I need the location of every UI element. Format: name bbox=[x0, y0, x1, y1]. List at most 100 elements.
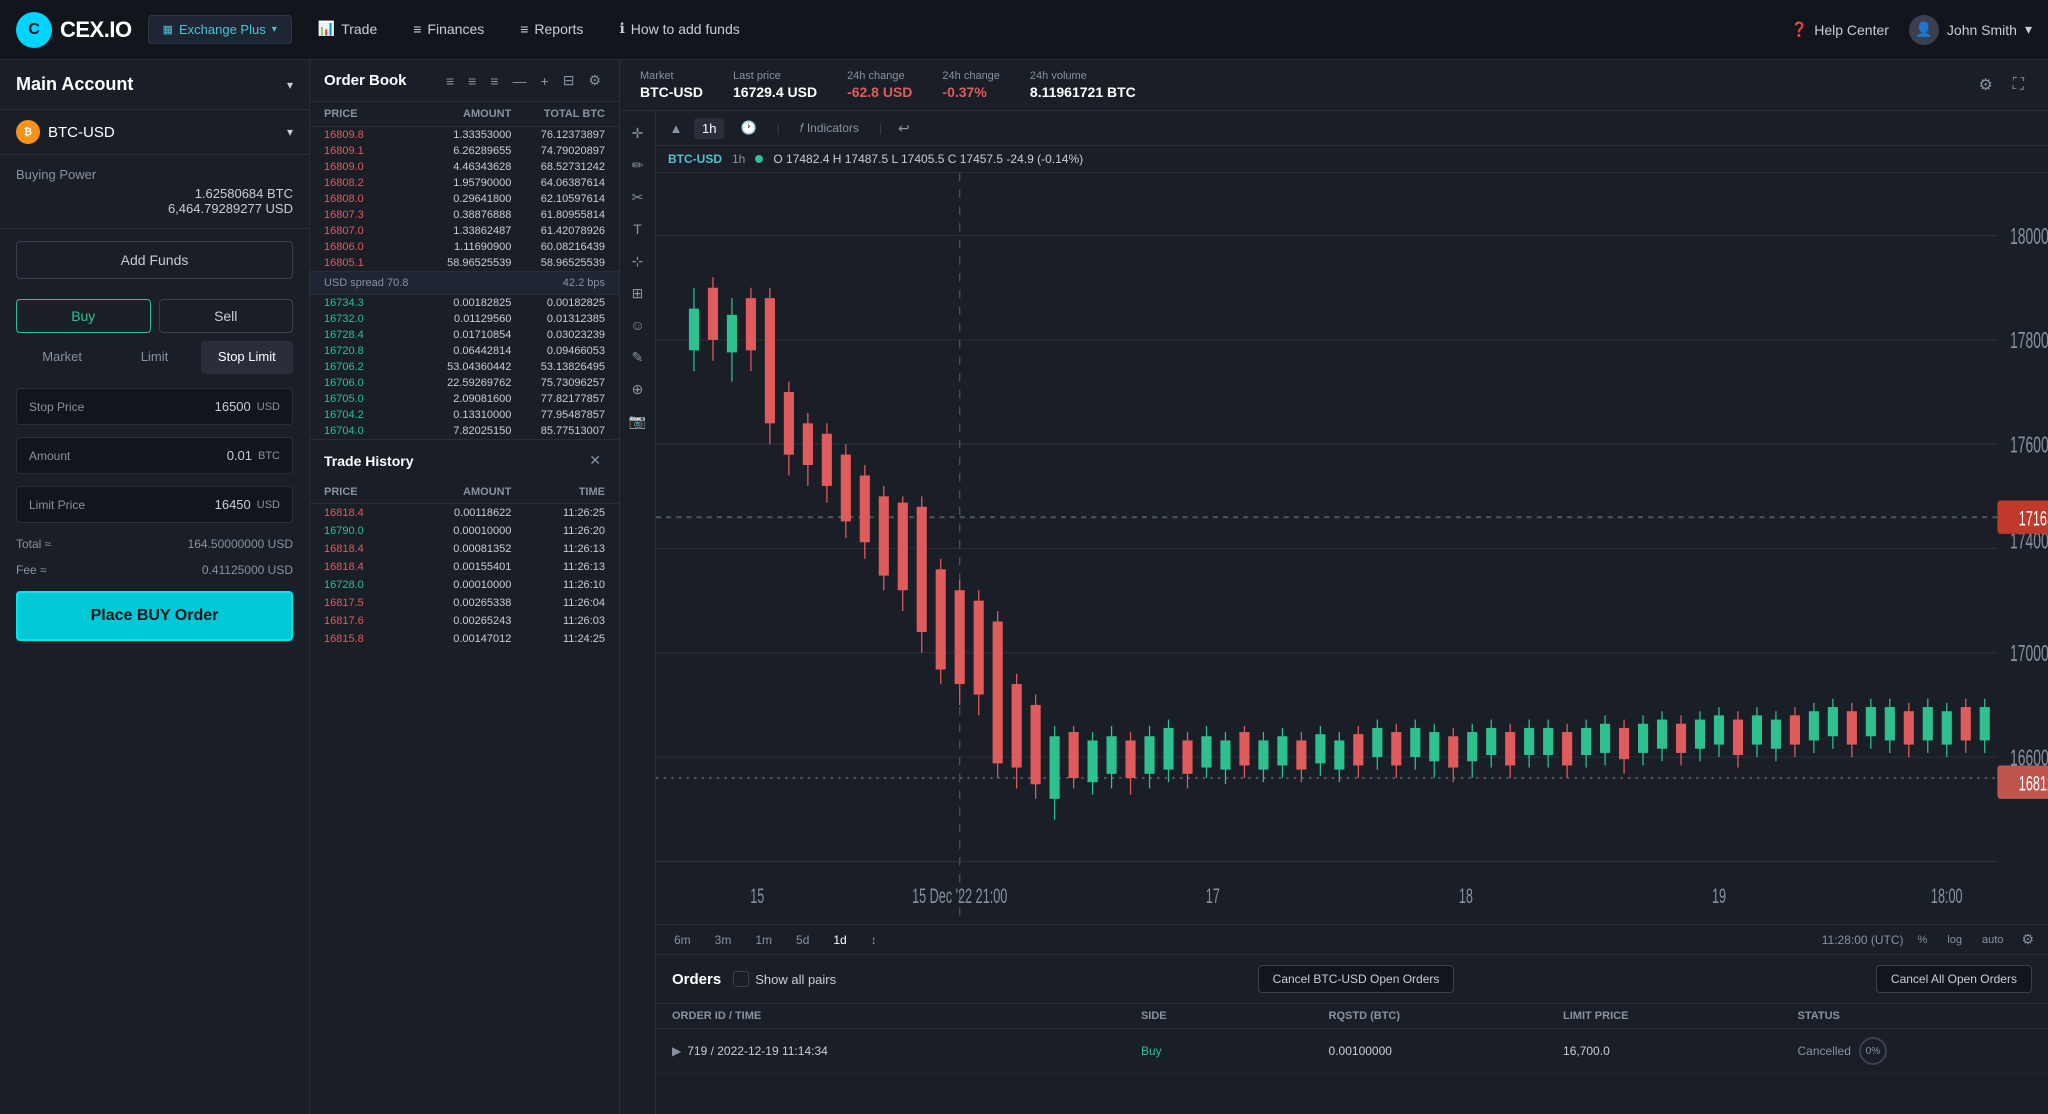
list-item[interactable]: 16732.00.011295600.01312385 bbox=[310, 311, 619, 327]
list-item[interactable]: 16706.253.0436044253.13826495 bbox=[310, 359, 619, 375]
exchange-plus-button[interactable]: ▦ Exchange Plus ▾ bbox=[148, 15, 292, 44]
projection-tool[interactable]: ⊞ bbox=[624, 279, 652, 307]
ruler-tool[interactable]: ✎ bbox=[624, 343, 652, 371]
list-item[interactable]: 16704.07.8202515085.77513007 bbox=[310, 423, 619, 439]
list-item[interactable]: 16807.30.3887688861.80955814 bbox=[310, 207, 619, 223]
limit-tab[interactable]: Limit bbox=[108, 341, 200, 374]
change-24h-pct-label: 24h change bbox=[942, 70, 1000, 82]
list-item[interactable]: 16809.04.4634362868.52731242 bbox=[310, 159, 619, 175]
chevron-down-icon: ▾ bbox=[272, 24, 277, 35]
cancel-btcusd-orders-button[interactable]: Cancel BTC-USD Open Orders bbox=[1258, 965, 1455, 993]
crosshair-tool[interactable]: ✛ bbox=[624, 119, 652, 147]
compare-button[interactable]: ↕ bbox=[863, 930, 885, 950]
collapse-arrow-button[interactable]: ▲ bbox=[666, 118, 686, 138]
chart-settings-button[interactable]: ⚙ bbox=[1974, 73, 1996, 97]
list-item[interactable]: 16808.21.9579000064.06387614 bbox=[310, 175, 619, 191]
text-tool[interactable]: T bbox=[624, 215, 652, 243]
trade-history-collapse-button[interactable]: ✕ bbox=[585, 450, 605, 471]
place-order-button[interactable]: Place BUY Order bbox=[16, 591, 293, 641]
user-icon: 👤 bbox=[1915, 21, 1932, 38]
help-center-link[interactable]: ❓ Help Center bbox=[1791, 21, 1889, 38]
change-24h-pct-value: -0.37% bbox=[942, 84, 1000, 100]
show-all-pairs-checkbox[interactable] bbox=[733, 971, 749, 987]
smile-tool[interactable]: ☺ bbox=[624, 311, 652, 339]
user-menu[interactable]: 👤 John Smith ▾ bbox=[1909, 15, 2032, 45]
price-chart: 18000.0 17800.0 17600.0 17400.0 17000.0 … bbox=[656, 173, 2048, 924]
info-icon: ℹ bbox=[619, 20, 624, 37]
limit-price-field[interactable]: Limit Price 16450 USD bbox=[16, 486, 293, 523]
list-item[interactable]: 16809.81.3335300076.12373897 bbox=[310, 127, 619, 143]
show-all-pairs-toggle[interactable]: Show all pairs bbox=[733, 971, 836, 987]
list-item[interactable]: 16706.022.5926976275.73096257 bbox=[310, 375, 619, 391]
camera-tool[interactable]: 📷 bbox=[624, 407, 652, 435]
nav-finances[interactable]: ≡ Finances bbox=[395, 0, 502, 60]
last-price-value: 16729.4 USD bbox=[733, 84, 817, 100]
market-tab[interactable]: Market bbox=[16, 341, 108, 374]
list-item[interactable]: 16807.01.3386248761.42078926 bbox=[310, 223, 619, 239]
3m-button[interactable]: 3m bbox=[707, 930, 740, 950]
stop-limit-tab[interactable]: Stop Limit bbox=[201, 341, 293, 374]
nav-trade[interactable]: 📊 Trade bbox=[300, 0, 396, 60]
pair-selector[interactable]: ₿ BTC-USD ▾ bbox=[0, 110, 309, 155]
list-item[interactable]: 16818.40.0008135211:26:13 bbox=[310, 540, 619, 558]
list-item[interactable]: 16790.00.0001000011:26:20 bbox=[310, 522, 619, 540]
ob-plus-button[interactable]: + bbox=[537, 71, 553, 91]
logo-text: CEX.IO bbox=[60, 17, 132, 43]
list-item[interactable]: 16805.158.9652553958.96525539 bbox=[310, 255, 619, 271]
list-item[interactable]: 16815.80.0014701211:24:25 bbox=[310, 630, 619, 648]
list-item[interactable]: 16806.01.1169090060.08216439 bbox=[310, 239, 619, 255]
list-item[interactable]: 16817.60.0026524311:26:03 bbox=[310, 612, 619, 630]
indicators-button[interactable]: 𝑓 Indicators bbox=[792, 118, 867, 139]
list-item[interactable]: 16728.40.017108540.03023239 bbox=[310, 327, 619, 343]
ob-settings-button[interactable]: ⚙ bbox=[584, 70, 605, 91]
ob-minus-button[interactable]: — bbox=[509, 71, 531, 91]
account-selector[interactable]: Main Account ▾ bbox=[0, 60, 309, 110]
timeframe-picker-button[interactable]: 🕐 bbox=[732, 117, 764, 139]
list-item[interactable]: 16720.80.064428140.09466053 bbox=[310, 343, 619, 359]
buy-tab[interactable]: Buy bbox=[16, 299, 151, 333]
list-item[interactable]: 16705.02.0908160077.82177857 bbox=[310, 391, 619, 407]
list-item[interactable]: 16728.00.0001000011:26:10 bbox=[310, 576, 619, 594]
order-expand-icon[interactable]: ▶ bbox=[672, 1044, 681, 1058]
list-item[interactable]: 16818.40.0011862211:26:25 bbox=[310, 504, 619, 522]
nav-how-to-add-funds[interactable]: ℹ How to add funds bbox=[601, 0, 757, 60]
chart-time-settings-button[interactable]: ⚙ bbox=[2017, 929, 2038, 950]
list-item[interactable]: 16704.20.1331000077.95487857 bbox=[310, 407, 619, 423]
draw-tool[interactable]: ✏ bbox=[624, 151, 652, 179]
help-icon: ❓ bbox=[1791, 21, 1808, 38]
5d-button[interactable]: 5d bbox=[788, 930, 817, 950]
amount-field[interactable]: Amount 0.01 BTC bbox=[16, 437, 293, 474]
percent-button[interactable]: % bbox=[1912, 932, 1934, 948]
cancel-all-orders-button[interactable]: Cancel All Open Orders bbox=[1876, 965, 2032, 993]
ob-layout-2-button[interactable]: ≡ bbox=[464, 71, 480, 91]
auto-button[interactable]: auto bbox=[1976, 932, 2009, 948]
list-item[interactable]: 16809.16.2628965574.79020897 bbox=[310, 143, 619, 159]
measure-tool[interactable]: ✂ bbox=[624, 183, 652, 211]
logo[interactable]: C CEX.IO bbox=[16, 12, 132, 48]
zoom-tool[interactable]: ⊕ bbox=[624, 375, 652, 403]
svg-text:18000.0: 18000.0 bbox=[2010, 225, 2048, 250]
list-item[interactable]: 16808.00.2964180062.10597614 bbox=[310, 191, 619, 207]
list-item[interactable]: 16734.30.001828250.00182825 bbox=[310, 295, 619, 311]
list-item[interactable]: 16818.40.0015540111:26:13 bbox=[310, 558, 619, 576]
add-funds-button[interactable]: Add Funds bbox=[16, 241, 293, 279]
undo-button[interactable]: ↩ bbox=[894, 118, 914, 139]
log-button[interactable]: log bbox=[1941, 932, 1968, 948]
ob-layout-1-button[interactable]: ≡ bbox=[442, 71, 458, 91]
orders-title: Orders bbox=[672, 971, 721, 988]
1m-button[interactable]: 1m bbox=[747, 930, 780, 950]
pattern-tool[interactable]: ⊹ bbox=[624, 247, 652, 275]
chart-main[interactable]: 18000.0 17800.0 17600.0 17400.0 17000.0 … bbox=[656, 173, 2048, 924]
list-item[interactable]: 16817.50.0026533811:26:04 bbox=[310, 594, 619, 612]
stop-price-field[interactable]: Stop Price 16500 USD bbox=[16, 388, 293, 425]
volume-24h-info: 24h volume 8.11961721 BTC bbox=[1030, 70, 1136, 100]
ob-layout-3-button[interactable]: ≡ bbox=[486, 71, 502, 91]
sell-tab[interactable]: Sell bbox=[159, 299, 294, 333]
ob-size-button[interactable]: ⊟ bbox=[559, 70, 579, 91]
chart-fullscreen-button[interactable]: ⛶ bbox=[2009, 73, 2028, 97]
6m-button[interactable]: 6m bbox=[666, 930, 699, 950]
nav-reports[interactable]: ≡ Reports bbox=[502, 0, 601, 60]
1d-button[interactable]: 1d bbox=[825, 930, 854, 950]
trade-history-header: Trade History ✕ bbox=[310, 440, 619, 481]
timeframe-1h-button[interactable]: 1h bbox=[694, 118, 724, 139]
